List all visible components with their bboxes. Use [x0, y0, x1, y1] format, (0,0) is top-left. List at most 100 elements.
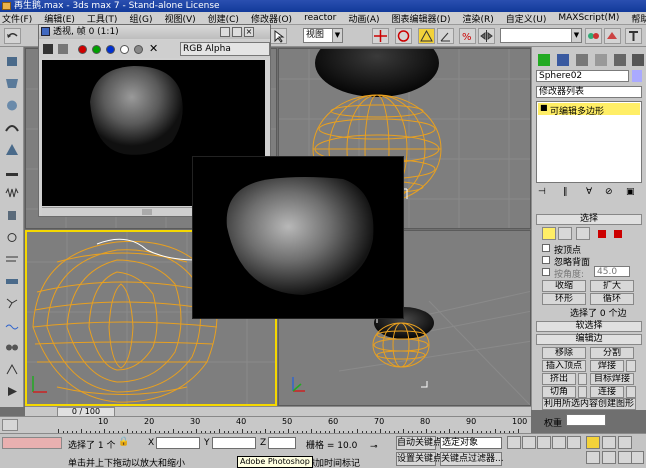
red-channel-toggle[interactable]	[78, 45, 87, 54]
menu-reactor[interactable]: reactor	[304, 13, 336, 23]
connect-button[interactable]: 连接	[590, 386, 624, 398]
menu-file[interactable]: 文件(F)	[2, 12, 32, 25]
go-to-start-icon[interactable]	[507, 436, 521, 449]
menu-edit[interactable]: 编辑(E)	[44, 12, 75, 25]
named-selection-combo[interactable]: ▼	[500, 28, 582, 43]
key-filters-button[interactable]: 关键点过滤器...	[440, 452, 504, 466]
select-icon[interactable]	[270, 28, 287, 44]
remove-modifier-icon[interactable]: ⊘	[605, 187, 613, 197]
x-coordinate-field[interactable]	[156, 437, 200, 449]
menu-rendering[interactable]: 渲染(R)	[462, 12, 493, 25]
mono-toggle[interactable]	[134, 45, 143, 54]
move-icon[interactable]	[372, 28, 389, 44]
angle-field[interactable]: 45.0	[594, 266, 630, 277]
next-frame-icon[interactable]	[552, 436, 566, 449]
material-editor-icon[interactable]	[585, 28, 602, 44]
save-icon[interactable]	[43, 44, 53, 54]
menu-view[interactable]: 视图(V)	[164, 12, 195, 25]
rotate-icon[interactable]	[395, 28, 412, 44]
make-unique-icon[interactable]: ∀	[586, 187, 592, 197]
z-coordinate-field[interactable]	[268, 437, 296, 449]
pan-icon[interactable]	[602, 451, 616, 464]
menu-graph-editors[interactable]: 图表编辑器(D)	[392, 12, 451, 25]
toy-car-icon[interactable]	[4, 275, 20, 288]
connect-settings-button[interactable]	[626, 386, 636, 398]
object-name-field[interactable]: Sphere02	[536, 70, 629, 82]
green-channel-toggle[interactable]	[92, 45, 101, 54]
water-icon[interactable]	[4, 319, 20, 332]
auto-key-button[interactable]: 自动关键点	[396, 436, 442, 450]
maximize-button[interactable]	[232, 27, 242, 37]
scroll-thumb[interactable]	[142, 209, 152, 215]
show-end-result-icon[interactable]: ‖	[563, 187, 568, 197]
chamfer-button[interactable]: 切角	[542, 386, 576, 398]
pin-stack-icon[interactable]: ⊣	[538, 187, 546, 197]
snap-icon[interactable]	[418, 28, 435, 44]
create-shape-button[interactable]: 利用所选内容创建图形	[542, 398, 636, 410]
by-angle-checkbox[interactable]	[542, 268, 550, 276]
menu-group[interactable]: 组(G)	[129, 12, 152, 25]
timeline-track[interactable]: 10 20 30 40 50 60 70 80 90 100	[0, 416, 531, 434]
remove-button[interactable]: 移除	[542, 347, 586, 359]
play-icon[interactable]	[537, 436, 551, 449]
zoom-icon[interactable]	[586, 436, 600, 449]
photoshop-image-window[interactable]	[193, 157, 403, 318]
stack-item[interactable]: ■ 可编辑多边形	[538, 103, 640, 117]
percent-snap-icon[interactable]: %	[459, 28, 476, 44]
selection-rollout[interactable]: 选择	[536, 214, 642, 225]
by-vertex-checkbox[interactable]	[542, 244, 550, 252]
menu-maxscript[interactable]: MAXScript(M)	[558, 13, 619, 23]
maxscript-listener[interactable]	[2, 437, 62, 449]
loop-button[interactable]: 循环	[590, 293, 634, 305]
key-icon[interactable]: ⊸	[370, 442, 378, 452]
menu-help[interactable]: 帮助(H)	[631, 12, 646, 25]
mirror-icon[interactable]	[478, 28, 495, 44]
previous-frame-icon[interactable]	[522, 436, 536, 449]
undo-icon[interactable]	[4, 28, 21, 44]
zoom-extents-icon[interactable]	[618, 436, 632, 449]
grow-button[interactable]: 扩大	[590, 280, 634, 292]
menu-animation[interactable]: 动画(A)	[348, 12, 379, 25]
clear-icon[interactable]: ✕	[149, 43, 158, 54]
menu-modifiers[interactable]: 修改器(O)	[251, 12, 292, 25]
object-color-swatch[interactable]	[632, 70, 642, 82]
target-weld-button[interactable]: 目标焊接	[590, 373, 634, 385]
clone-icon[interactable]	[58, 44, 68, 54]
spring-icon[interactable]	[4, 187, 20, 200]
dashpot-icon[interactable]	[4, 209, 20, 222]
wind-icon[interactable]	[4, 253, 20, 266]
create-tab-icon[interactable]	[538, 54, 550, 66]
angle-snap-icon[interactable]	[437, 28, 454, 44]
cloth-icon[interactable]	[4, 77, 20, 90]
soft-selection-rollout[interactable]: 软选择	[536, 321, 642, 332]
rigid-body-icon[interactable]	[4, 55, 20, 68]
zoom-all-icon[interactable]	[602, 436, 616, 449]
extrude-settings-button[interactable]	[578, 373, 587, 385]
minimize-button[interactable]	[220, 27, 230, 37]
deform-mesh-icon[interactable]	[4, 143, 20, 156]
menu-customize[interactable]: 自定义(U)	[506, 12, 547, 25]
menu-tools[interactable]: 工具(T)	[87, 12, 118, 25]
blue-channel-toggle[interactable]	[106, 45, 115, 54]
split-button[interactable]: 分割	[590, 347, 634, 359]
y-coordinate-field[interactable]	[212, 437, 256, 449]
alpha-channel-toggle[interactable]	[120, 45, 129, 54]
fracture-icon[interactable]	[4, 297, 20, 310]
modify-tab-icon[interactable]	[557, 54, 569, 66]
constraint-icon[interactable]	[4, 341, 20, 354]
rope-icon[interactable]	[4, 121, 20, 134]
polygon-level-icon[interactable]	[598, 230, 606, 238]
insert-vertex-button[interactable]: 插入顶点	[542, 360, 586, 372]
configure-modifier-icon[interactable]: ▣	[626, 187, 635, 197]
edge-level-icon[interactable]	[558, 227, 572, 240]
element-level-icon[interactable]	[614, 230, 622, 238]
add-time-tag[interactable]: 添加时间标记	[306, 456, 360, 468]
plane-icon[interactable]	[4, 165, 20, 178]
arc-rotate-icon[interactable]	[618, 451, 632, 464]
render-icon[interactable]	[625, 28, 642, 44]
time-slider[interactable]: 0 / 100	[25, 406, 531, 417]
key-mode-select[interactable]: 选定对象	[440, 437, 502, 449]
hierarchy-tab-icon[interactable]	[576, 54, 588, 66]
modifier-list-select[interactable]: 修改器列表	[536, 86, 642, 98]
utilities-tab-icon[interactable]	[632, 54, 644, 66]
